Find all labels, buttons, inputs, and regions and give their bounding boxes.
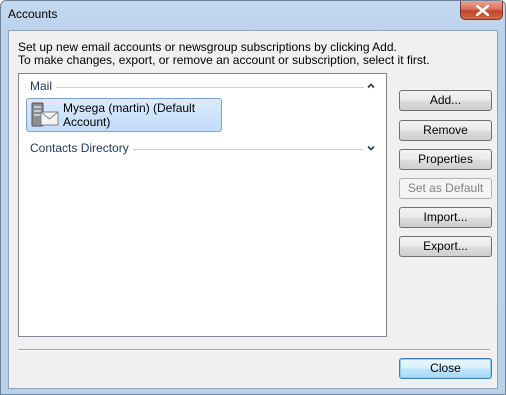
close-window-button[interactable] [460,1,503,20]
account-item-mysega[interactable]: Mysega (martin) (Default Account) [26,98,222,132]
remove-button[interactable]: Remove [399,120,492,141]
chevron-up-icon[interactable] [366,81,376,91]
export-button[interactable]: Export... [399,236,492,257]
window-title: Accounts [8,7,58,21]
mail-server-icon [31,102,59,127]
set-as-default-button[interactable]: Set as Default [399,178,492,199]
mail-group-header[interactable]: Mail [30,79,376,95]
properties-button[interactable]: Properties [399,149,492,170]
group-divider [30,87,364,88]
accounts-list[interactable]: Mail Mysega (martin) (Default Account) C… [18,73,387,337]
title-bar[interactable]: Accounts [1,1,505,27]
add-button[interactable]: Add... [399,90,492,111]
mail-group-label: Mail [30,79,57,93]
contacts-group-label: Contacts Directory [30,141,133,155]
close-x-icon [476,5,489,16]
chevron-down-icon[interactable] [366,143,376,153]
dialog-body: Set up new email accounts or newsgroup s… [8,30,498,389]
account-name: Mysega (martin) (Default Account) [63,101,196,129]
accounts-window: Accounts Set up new email accounts or ne… [0,0,506,395]
contacts-group-header[interactable]: Contacts Directory [30,141,376,157]
footer-divider [18,349,490,351]
instructions-text: Set up new email accounts or newsgroup s… [18,41,430,67]
import-button[interactable]: Import... [399,207,492,228]
close-button[interactable]: Close [399,358,492,379]
instructions-line-2: To make changes, export, or remove an ac… [18,53,430,67]
